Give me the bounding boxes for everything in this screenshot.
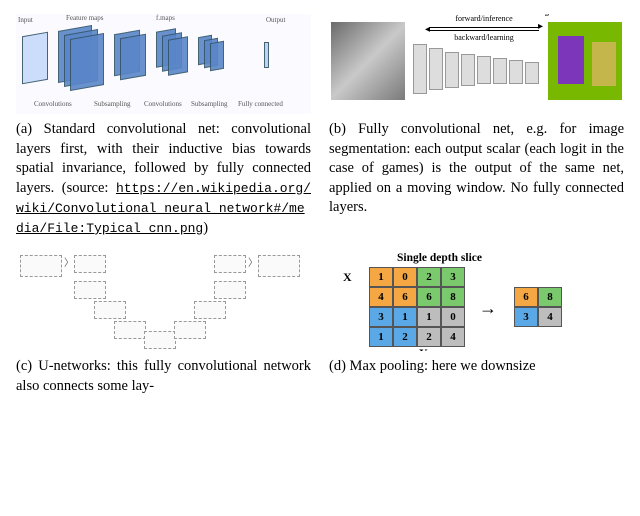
cell: 4 xyxy=(538,307,562,327)
cell: 1 xyxy=(417,307,441,327)
caption-d: (d) Max pooling: here we downsize xyxy=(329,357,624,377)
figure-a-label-conv: Convolutions xyxy=(34,100,72,109)
cell: 8 xyxy=(538,287,562,307)
figure-a-label-output: Output xyxy=(266,16,285,25)
backward-arrow-icon xyxy=(429,30,539,31)
cell: 8 xyxy=(441,287,465,307)
cell: 2 xyxy=(417,267,441,287)
cell: 3 xyxy=(441,267,465,287)
cell: 6 xyxy=(393,287,417,307)
cell: 0 xyxy=(441,307,465,327)
caption-d-label: (d) xyxy=(329,358,346,374)
figure-a-label-sub2: Subsampling xyxy=(191,100,228,109)
figure-b-segmentation-image xyxy=(548,22,622,100)
cell: 1 xyxy=(393,307,417,327)
figure-a-label-conv2: Convolutions xyxy=(144,100,182,109)
figure-b-pixelwise-label: pixelwise prediction xyxy=(541,14,552,16)
cell: 4 xyxy=(369,287,393,307)
cell: 0 xyxy=(393,267,417,287)
figure-a-label-fmaps: f.maps xyxy=(156,14,175,23)
figure-b-input-image xyxy=(331,22,405,100)
arrow-icon: 〉 xyxy=(64,257,74,271)
figure-b-backward-label: backward/learning xyxy=(429,33,539,44)
figure-a-label-sub: Subsampling xyxy=(94,100,131,109)
cell: 3 xyxy=(514,307,538,327)
caption-a: (a) Standard convolutional net: convolut… xyxy=(16,120,311,239)
cell: 3 xyxy=(369,307,393,327)
panel-b: forward/inference backward/learning pixe… xyxy=(329,14,624,239)
arrow-icon: 〉 xyxy=(248,257,258,271)
caption-b-text: Fully convolutional net, e.g. for image … xyxy=(329,121,624,215)
figure-b-forward-label: forward/inference xyxy=(429,14,539,25)
figure-d-title: Single depth slice xyxy=(397,251,482,267)
caption-a-label: (a) xyxy=(16,121,32,137)
figure-a-label-fc: Fully connected xyxy=(238,100,283,109)
forward-arrow-icon xyxy=(429,27,539,28)
figure-d-input-matrix: 1 0 2 3 4 6 6 8 3 1 1 0 1 xyxy=(369,267,465,347)
figure-a-label-input: Input xyxy=(18,16,33,25)
caption-a-suffix: ) xyxy=(203,220,208,236)
figure-d-image: Single depth slice X Y 1 0 2 3 4 6 6 8 xyxy=(329,251,624,351)
panel-d: Single depth slice X Y 1 0 2 3 4 6 6 8 xyxy=(329,251,624,396)
cell: 1 xyxy=(369,267,393,287)
cell: 1 xyxy=(369,327,393,347)
figure-b-arrows: forward/inference backward/learning xyxy=(429,14,539,44)
figure-b-image: forward/inference backward/learning pixe… xyxy=(329,14,624,114)
figure-grid: Input Feature maps f.maps Output Convolu… xyxy=(16,14,624,396)
panel-a: Input Feature maps f.maps Output Convolu… xyxy=(16,14,311,239)
figure-d-x-label: X xyxy=(343,269,352,285)
figure-a-image: Input Feature maps f.maps Output Convolu… xyxy=(16,14,311,114)
figure-a-label-featuremaps: Feature maps xyxy=(66,14,104,23)
cell: 6 xyxy=(417,287,441,307)
panel-c: 〉 〉 (c) U-networks: this fully convoluti… xyxy=(16,251,311,396)
cell: 4 xyxy=(441,327,465,347)
arrow-right-icon: → xyxy=(479,296,497,320)
caption-b: (b) Fully convolutional net, e.g. for im… xyxy=(329,120,624,218)
cell: 6 xyxy=(514,287,538,307)
figure-d-output-matrix: 6 8 3 4 xyxy=(514,287,562,327)
caption-b-label: (b) xyxy=(329,121,346,137)
caption-c: (c) U-networks: this fully convolutional… xyxy=(16,357,311,396)
cell: 2 xyxy=(417,327,441,347)
cell: 2 xyxy=(393,327,417,347)
caption-c-text: U-networks: this fully convolutional net… xyxy=(16,358,311,394)
caption-c-label: (c) xyxy=(16,358,32,374)
figure-c-image: 〉 〉 xyxy=(16,251,311,351)
caption-d-text: Max pooling: here we downsize xyxy=(346,358,536,374)
